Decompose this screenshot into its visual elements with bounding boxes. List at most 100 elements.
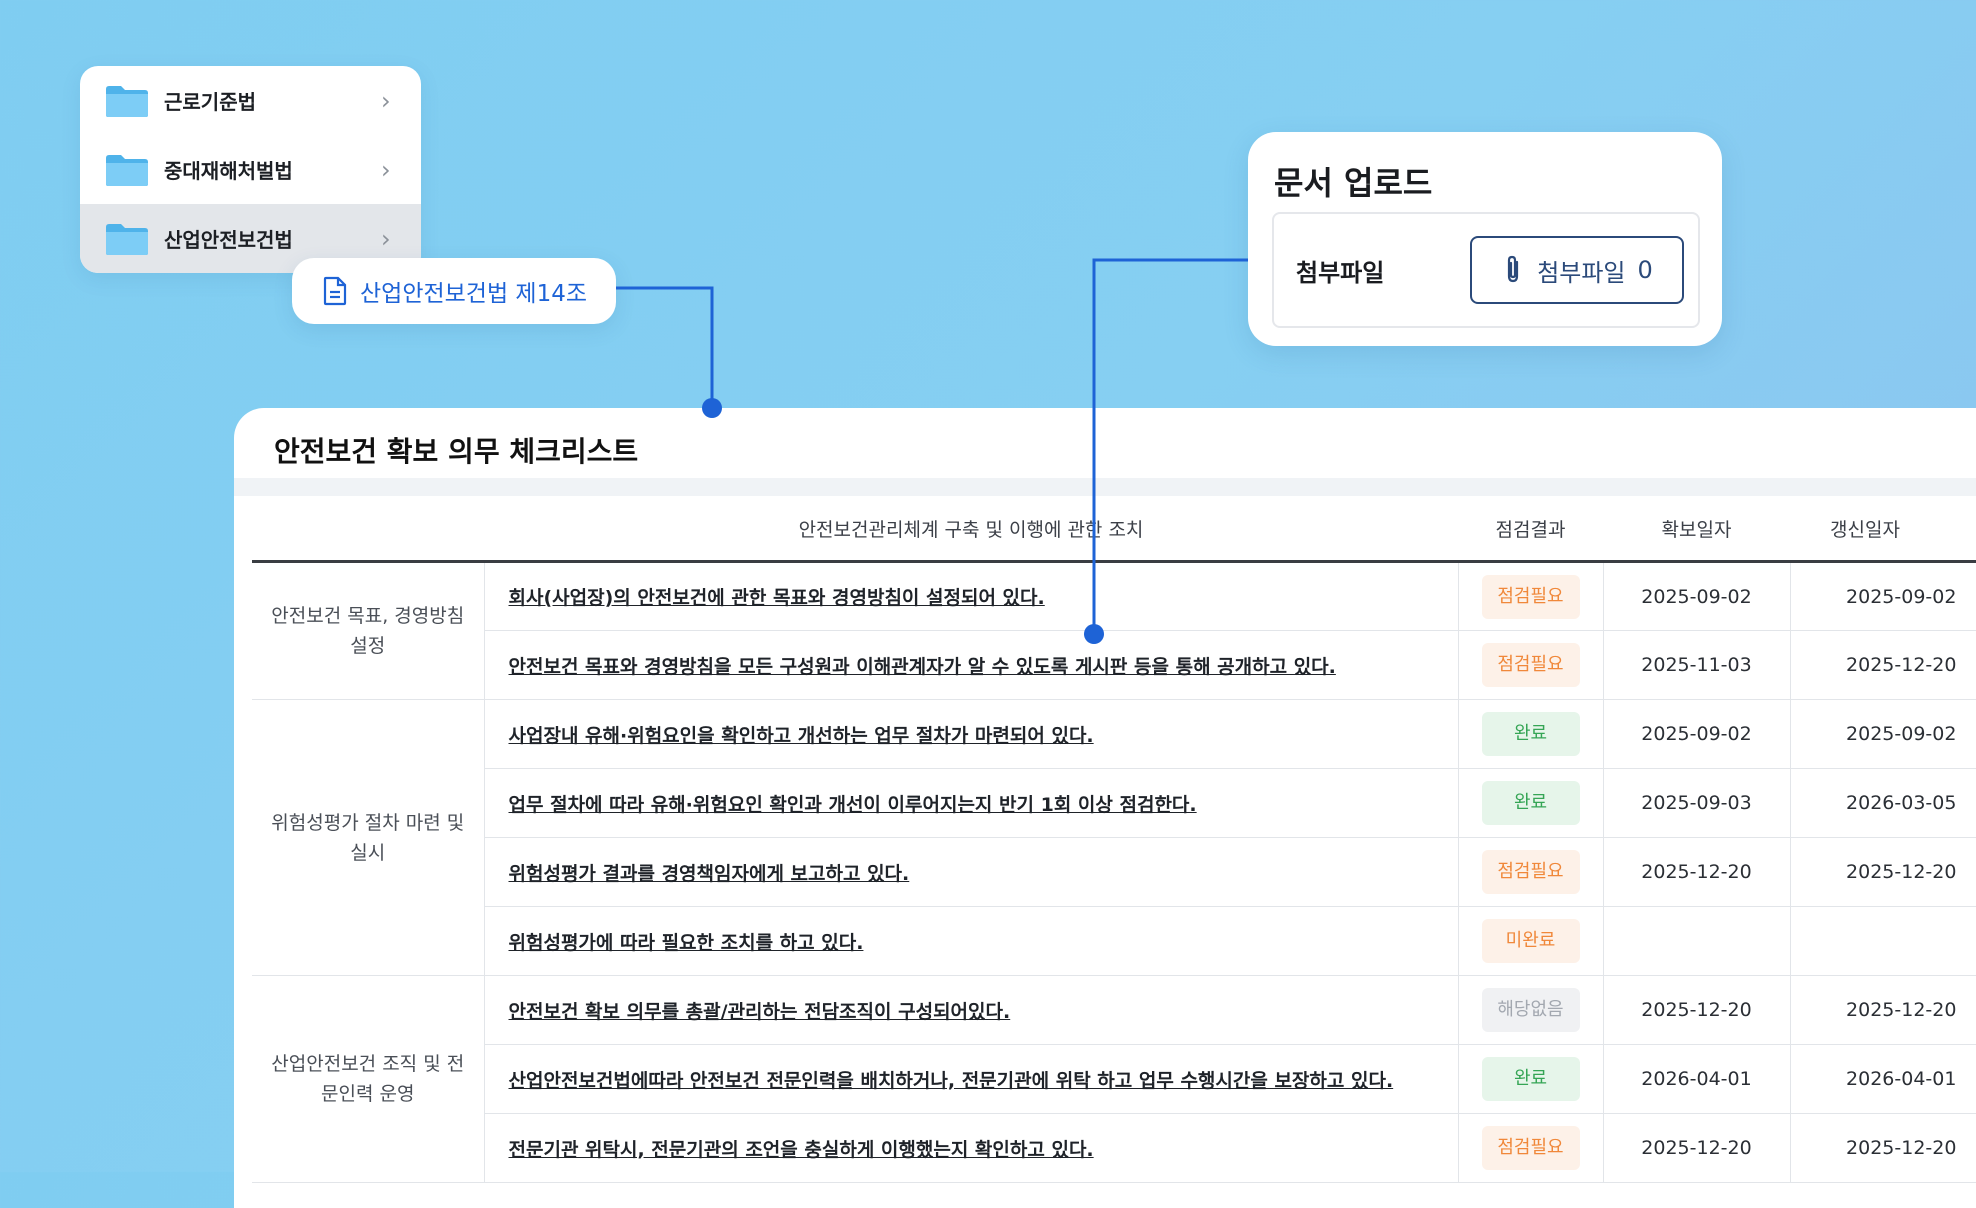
- category-cell: 안전보건 목표, 경영방침 설정: [252, 561, 485, 700]
- header-item: 안전보건관리체계 구축 및 이행에 관한 조치: [484, 496, 1458, 563]
- table-row: 업무 절차에 따라 유해·위험요인 확인과 개선이 이루어지는지 반기 1회 이…: [252, 768, 1976, 838]
- connector-line-doc: [616, 286, 714, 408]
- chevron-right-icon: ›: [381, 224, 391, 253]
- status-badge[interactable]: 점검필요: [1481, 643, 1580, 687]
- status-badge[interactable]: 완료: [1481, 1057, 1580, 1101]
- status-badge[interactable]: 완료: [1481, 712, 1580, 756]
- secured-date: 2025-11-03: [1603, 630, 1791, 700]
- renewed-date: 2025-12-20: [1790, 975, 1976, 1045]
- renewed-date: 2025-09-02: [1790, 699, 1976, 769]
- result-cell: 점검필요: [1458, 837, 1604, 907]
- status-badge[interactable]: 해당없음: [1481, 988, 1580, 1032]
- result-cell: 점검필요: [1458, 630, 1604, 700]
- table-row: 안전보건 목표, 경영방침 설정 회사(사업장)의 안전보건에 관한 목표와 경…: [252, 561, 1976, 700]
- document-icon: [323, 276, 347, 306]
- table-row: 위험성평가 절차 마련 및 실시 사업장내 유해·위험요인을 확인하고 개선하는…: [252, 699, 1976, 976]
- folder-icon: [106, 154, 148, 186]
- folder-list: 근로기준법 › 중대재해처벌법 › 산업안전보건법 ›: [80, 66, 421, 273]
- checklist-item-link[interactable]: 위험성평가에 따라 필요한 조치를 하고 있다.: [509, 932, 864, 954]
- attach-count: 0: [1637, 256, 1653, 284]
- header-category: [252, 496, 484, 563]
- table-row: 안전보건 목표와 경영방침을 모든 구성원과 이해관계자가 알 수 있도록 게시…: [252, 630, 1976, 700]
- document-chip[interactable]: 산업안전보건법 제14조: [292, 258, 616, 324]
- folder-label: 근로기준법: [164, 90, 256, 114]
- table-row: 산업안전보건 조직 및 전문인력 운영 안전보건 확보 의무를 총괄/관리하는 …: [252, 975, 1976, 1183]
- renewed-date: 2025-12-20: [1790, 1113, 1976, 1183]
- chevron-right-icon: ›: [381, 86, 391, 115]
- item-cell: 산업안전보건법에따라 안전보건 전문인력을 배치하거나, 전문기관에 위탁 하고…: [484, 1044, 1459, 1114]
- document-upload-card: 문서 업로드 첨부파일 첨부파일 0: [1248, 132, 1722, 346]
- result-cell: 해당없음: [1458, 975, 1604, 1045]
- checklist-item-link[interactable]: 전문기관 위탁시, 전문기관의 조언을 충실하게 이행했는지 확인하고 있다.: [509, 1139, 1094, 1161]
- status-badge[interactable]: 미완료: [1481, 919, 1580, 963]
- item-cell: 위험성평가 결과를 경영책임자에게 보고하고 있다.: [484, 837, 1459, 907]
- document-chip-label: 산업안전보건법 제14조: [360, 281, 588, 307]
- status-badge[interactable]: 점검필요: [1481, 1126, 1580, 1170]
- result-cell: 완료: [1458, 1044, 1604, 1114]
- table-row: 산업안전보건법에따라 안전보건 전문인력을 배치하거나, 전문기관에 위탁 하고…: [252, 1044, 1976, 1114]
- header-renewed-date: 갱신일자: [1790, 496, 1976, 563]
- folder-item-serious-accidents[interactable]: 중대재해처벌법 ›: [80, 135, 421, 204]
- item-cell: 전문기관 위탁시, 전문기관의 조언을 충실하게 이행했는지 확인하고 있다.: [484, 1113, 1459, 1183]
- result-cell: 점검필요: [1458, 561, 1604, 631]
- status-badge[interactable]: 점검필요: [1481, 850, 1580, 894]
- checklist-item-link[interactable]: 회사(사업장)의 안전보건에 관한 목표와 경영방침이 설정되어 있다.: [509, 587, 1045, 609]
- table-row: 전문기관 위탁시, 전문기관의 조언을 충실하게 이행했는지 확인하고 있다. …: [252, 1113, 1976, 1183]
- panel-divider: [234, 478, 1976, 496]
- attachment-field: 첨부파일 첨부파일 0: [1272, 212, 1700, 328]
- chevron-right-icon: ›: [381, 155, 391, 184]
- attach-button-label: 첨부파일: [1537, 258, 1626, 287]
- secured-date: [1603, 906, 1791, 976]
- checklist-item-link[interactable]: 업무 절차에 따라 유해·위험요인 확인과 개선이 이루어지는지 반기 1회 이…: [509, 794, 1197, 816]
- attach-file-button[interactable]: 첨부파일 0: [1470, 236, 1684, 304]
- checklist-item-link[interactable]: 안전보건 목표와 경영방침을 모든 구성원과 이해관계자가 알 수 있도록 게시…: [509, 656, 1336, 678]
- secured-date: 2025-12-20: [1603, 1113, 1791, 1183]
- checklist-item-link[interactable]: 산업안전보건법에따라 안전보건 전문인력을 배치하거나, 전문기관에 위탁 하고…: [509, 1070, 1394, 1092]
- renewed-date: 2026-03-05: [1790, 768, 1976, 838]
- renewed-date: 2025-12-20: [1790, 837, 1976, 907]
- renewed-date: 2025-12-20: [1790, 630, 1976, 700]
- folder-icon: [106, 85, 148, 117]
- secured-date: 2025-09-03: [1603, 768, 1791, 838]
- attachment-field-label: 첨부파일: [1296, 258, 1385, 287]
- header-result: 점검결과: [1458, 496, 1603, 563]
- checklist-item-link[interactable]: 위험성평가 결과를 경영책임자에게 보고하고 있다.: [509, 863, 910, 885]
- secured-date: 2026-04-01: [1603, 1044, 1791, 1114]
- folder-item-labor-standards[interactable]: 근로기준법 ›: [80, 66, 421, 135]
- renewed-date: 2026-04-01: [1790, 1044, 1976, 1114]
- renewed-date: 2025-09-02: [1790, 561, 1976, 631]
- table-header-row: 안전보건관리체계 구축 및 이행에 관한 조치 점검결과 확보일자 갱신일자: [252, 496, 1976, 563]
- checklist-item-link[interactable]: 안전보건 확보 의무를 총괄/관리하는 전담조직이 구성되어있다.: [509, 1001, 1011, 1023]
- status-badge[interactable]: 완료: [1481, 781, 1580, 825]
- result-cell: 완료: [1458, 768, 1604, 838]
- header-secured-date: 확보일자: [1603, 496, 1790, 563]
- item-cell: 위험성평가에 따라 필요한 조치를 하고 있다.: [484, 906, 1459, 976]
- result-cell: 점검필요: [1458, 1113, 1604, 1183]
- secured-date: 2025-12-20: [1603, 837, 1791, 907]
- renewed-date: [1790, 906, 1976, 976]
- checklist-table: 안전보건관리체계 구축 및 이행에 관한 조치 점검결과 확보일자 갱신일자 안…: [252, 496, 1976, 1183]
- secured-date: 2025-12-20: [1603, 975, 1791, 1045]
- secured-date: 2025-09-02: [1603, 699, 1791, 769]
- upload-title: 문서 업로드: [1274, 164, 1433, 202]
- item-cell: 회사(사업장)의 안전보건에 관한 목표와 경영방침이 설정되어 있다.: [484, 561, 1459, 631]
- category-cell: 산업안전보건 조직 및 전문인력 운영: [252, 975, 485, 1183]
- folder-label: 중대재해처벌법: [164, 159, 293, 183]
- secured-date: 2025-09-02: [1603, 561, 1791, 631]
- item-cell: 업무 절차에 따라 유해·위험요인 확인과 개선이 이루어지는지 반기 1회 이…: [484, 768, 1459, 838]
- paperclip-icon: [1508, 255, 1519, 283]
- result-cell: 완료: [1458, 699, 1604, 769]
- category-cell: 위험성평가 절차 마련 및 실시: [252, 699, 485, 976]
- table-row: 위험성평가 결과를 경영책임자에게 보고하고 있다. 점검필요 2025-12-…: [252, 837, 1976, 907]
- item-cell: 안전보건 목표와 경영방침을 모든 구성원과 이해관계자가 알 수 있도록 게시…: [484, 630, 1459, 700]
- table-row: 위험성평가에 따라 필요한 조치를 하고 있다. 미완료: [252, 906, 1976, 976]
- result-cell: 미완료: [1458, 906, 1604, 976]
- checklist-panel: 안전보건 확보 의무 체크리스트 안전보건관리체계 구축 및 이행에 관한 조치…: [234, 408, 1976, 1208]
- folder-icon: [106, 223, 148, 255]
- item-cell: 사업장내 유해·위험요인을 확인하고 개선하는 업무 절차가 마련되어 있다.: [484, 699, 1459, 769]
- item-cell: 안전보건 확보 의무를 총괄/관리하는 전담조직이 구성되어있다.: [484, 975, 1459, 1045]
- folder-label: 산업안전보건법: [164, 228, 293, 252]
- status-badge[interactable]: 점검필요: [1481, 574, 1580, 619]
- checklist-item-link[interactable]: 사업장내 유해·위험요인을 확인하고 개선하는 업무 절차가 마련되어 있다.: [509, 725, 1094, 747]
- checklist-title: 안전보건 확보 의무 체크리스트: [274, 435, 639, 468]
